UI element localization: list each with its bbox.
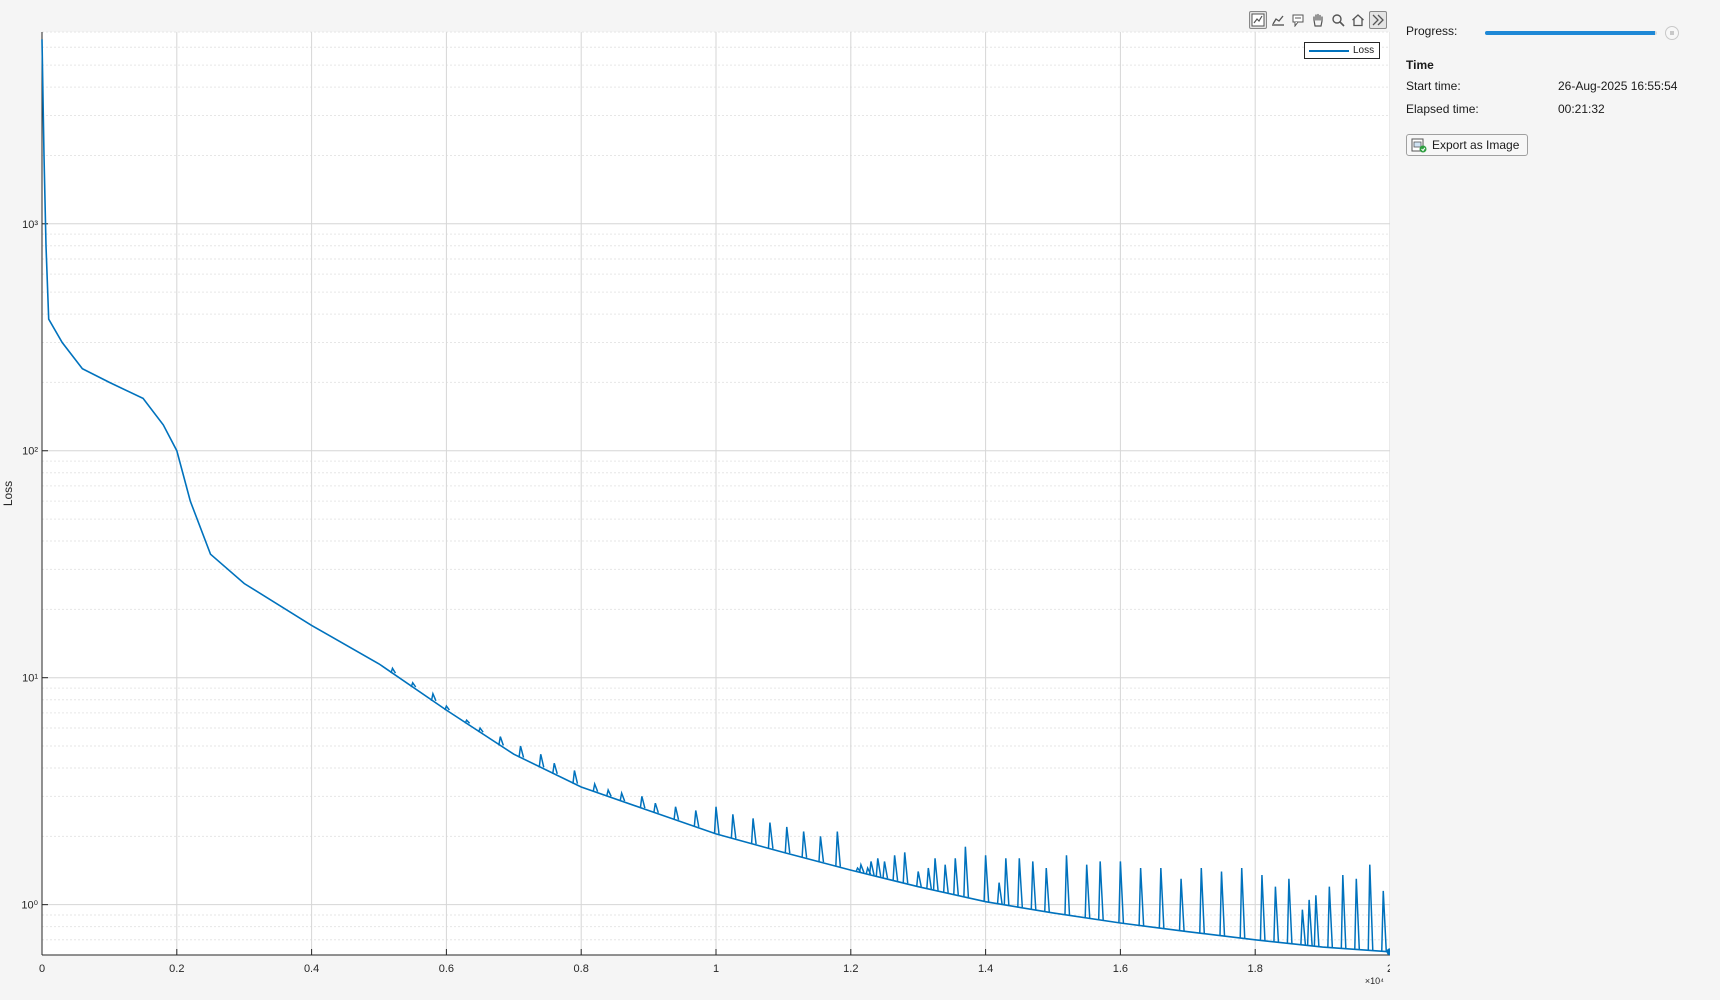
x-tick-label: 0.4: [304, 963, 319, 975]
x-tick-label: 0: [39, 963, 45, 975]
stop-button[interactable]: [1665, 26, 1679, 40]
x-tick-label: 1.8: [1248, 963, 1263, 975]
x-tick-label: 0.6: [439, 963, 454, 975]
data-tips-icon[interactable]: [1249, 11, 1267, 29]
y-tick-label: 10³: [22, 219, 38, 231]
zoom-icon[interactable]: [1329, 11, 1347, 29]
progress-bar-fill: [1485, 31, 1656, 35]
pan-hand-icon[interactable]: [1309, 11, 1327, 29]
x-tick-label: 2: [1387, 963, 1390, 975]
progress-label: Progress:: [1406, 24, 1458, 38]
legend-swatch-loss: [1309, 49, 1349, 52]
expand-icon[interactable]: [1369, 11, 1387, 29]
start-time-label: Start time:: [1406, 79, 1461, 93]
x-tick-label: 1.2: [843, 963, 858, 975]
time-section-title: Time: [1406, 58, 1434, 72]
x-exponent-label: ×10⁴: [1365, 976, 1384, 986]
brush-icon[interactable]: [1269, 11, 1287, 29]
export-as-image-button[interactable]: Export as Image: [1406, 134, 1529, 156]
y-tick-label: 10¹: [22, 673, 38, 685]
x-tick-label: 1.6: [1113, 963, 1128, 975]
datatip-cursor-icon[interactable]: [1289, 11, 1307, 29]
export-button-label: Export as Image: [1432, 138, 1520, 152]
home-icon[interactable]: [1349, 11, 1367, 29]
loss-plot: 0 0.2 0.4 0.6 0.8 1 1.2 1.4 1.6 1.8 2 10⁰ 10¹ 10² 10³ ×…: [0, 0, 1390, 1000]
elapsed-time-label: Elapsed time:: [1406, 102, 1479, 116]
progress-bar: [1485, 31, 1657, 35]
x-tick-label: 1.4: [978, 963, 993, 975]
axes-toolbar: [1249, 11, 1387, 31]
legend: Loss: [1304, 42, 1381, 59]
elapsed-time-value: 00:21:32: [1558, 102, 1605, 116]
export-image-icon: [1411, 138, 1427, 153]
plot-canvas: 0 0.2 0.4 0.6 0.8 1 1.2 1.4 1.6 1.8 2 10⁰ 10¹ 10² 10³ ×…: [1, 31, 1390, 986]
y-tick-label: 10²: [22, 446, 38, 458]
y-tick-label: 10⁰: [21, 900, 38, 912]
start-time-value: 26-Aug-2025 16:55:54: [1558, 79, 1678, 93]
x-tick-label: 1: [713, 963, 719, 975]
y-axis-label: Loss: [1, 481, 15, 506]
legend-label-loss: Loss: [1353, 45, 1375, 56]
x-tick-label: 0.2: [169, 963, 184, 975]
x-tick-label: 0.8: [574, 963, 589, 975]
